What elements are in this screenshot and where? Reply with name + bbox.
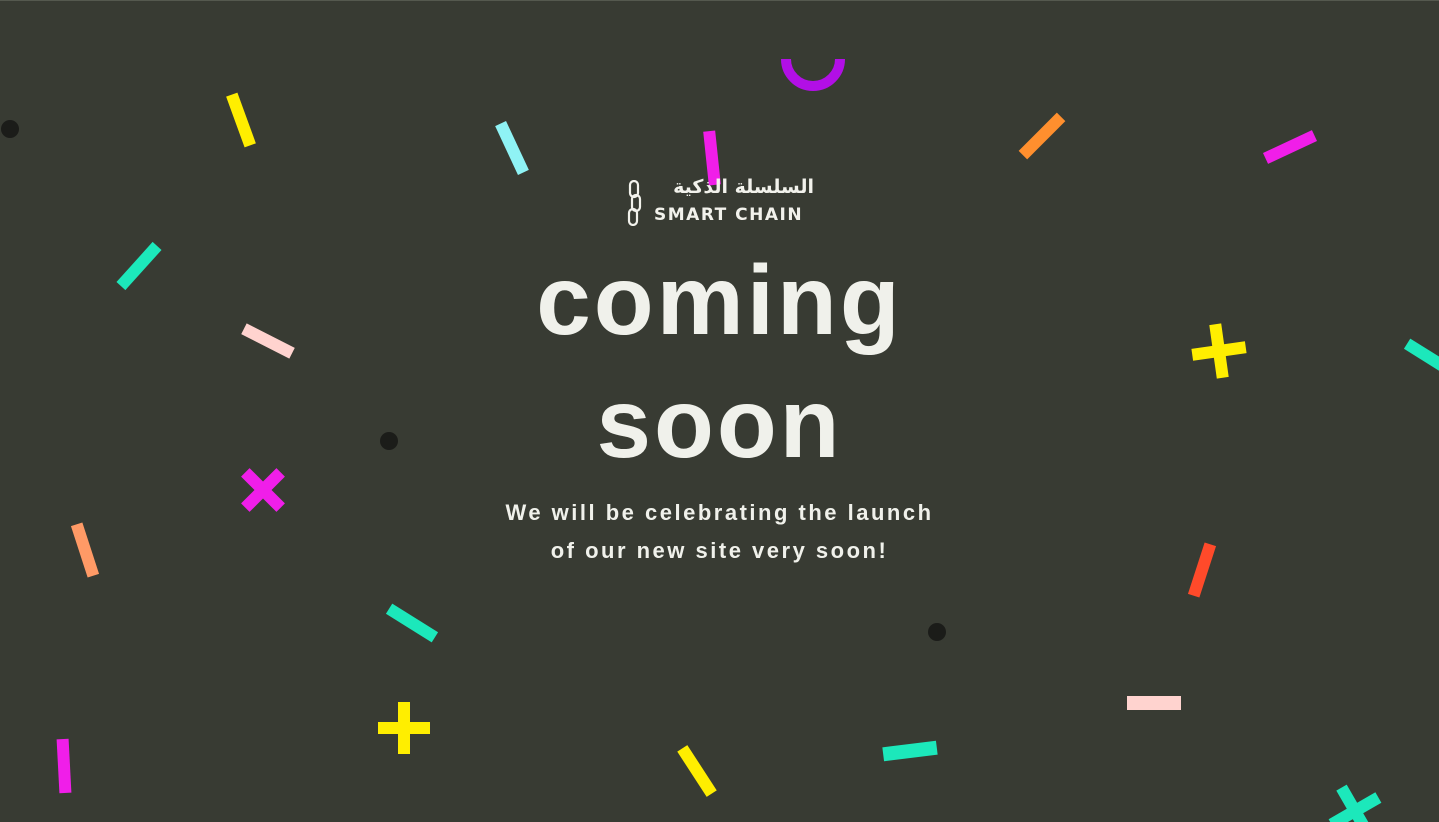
confetti-bar: [882, 740, 938, 762]
confetti-bar: [1127, 696, 1181, 710]
confetti-arc: [781, 58, 845, 91]
confetti-bar: [1018, 112, 1066, 160]
page-title: coming soon: [0, 239, 1439, 485]
tagline: We will be celebrating the launch of our…: [0, 494, 1439, 570]
chain-link-icon: [627, 180, 642, 226]
confetti-plus: [378, 702, 430, 754]
confetti-bar: [385, 603, 439, 643]
logo-arabic-text: السلسلة الذكية: [673, 176, 814, 198]
confetti-bar: [677, 745, 717, 797]
brand-logo: السلسلة الذكية SMART CHAIN: [626, 176, 816, 229]
confetti-bar: [56, 738, 72, 794]
tagline-line-1: We will be celebrating the launch: [505, 500, 934, 525]
coming-soon-page: السلسلة الذكية SMART CHAIN coming soon W…: [0, 1, 1439, 822]
confetti-plus: [1328, 784, 1382, 822]
confetti-bar: [495, 120, 529, 176]
confetti-bar: [226, 92, 256, 148]
logo-english-text: SMART CHAIN: [654, 205, 804, 225]
confetti-bar: [1262, 130, 1318, 164]
headline-line-1: coming: [536, 245, 903, 355]
confetti-dot: [1, 120, 19, 138]
tagline-line-2: of our new site very soon!: [550, 538, 889, 563]
headline-line-2: soon: [596, 368, 843, 478]
confetti-dot: [928, 623, 946, 641]
